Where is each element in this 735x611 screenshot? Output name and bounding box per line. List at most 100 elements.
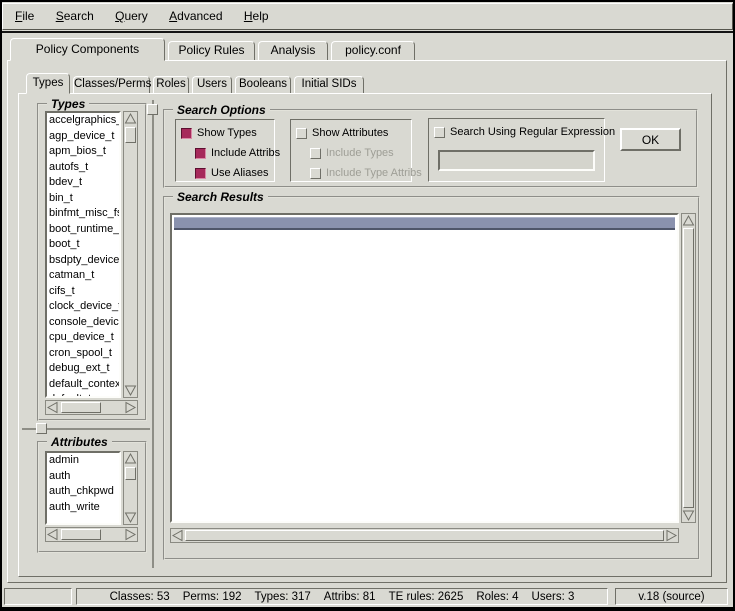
attributes-horizontal-scrollbar[interactable] bbox=[45, 527, 138, 542]
search-results-textarea[interactable] bbox=[170, 213, 679, 523]
checkbox-icon[interactable] bbox=[195, 168, 206, 179]
list-item[interactable]: default_t bbox=[47, 392, 119, 398]
tab-users[interactable]: Users bbox=[192, 76, 232, 93]
list-item[interactable]: clock_device_t bbox=[47, 299, 119, 315]
attributes-vertical-scrollbar[interactable] bbox=[123, 451, 138, 525]
sash-handle[interactable] bbox=[147, 104, 158, 115]
scrollbar-thumb[interactable] bbox=[61, 529, 101, 540]
list-item[interactable]: default_context bbox=[47, 377, 119, 393]
list-item[interactable]: admin bbox=[47, 453, 119, 469]
checkbox-icon[interactable] bbox=[296, 128, 307, 139]
stat-users: Users: 3 bbox=[532, 591, 575, 603]
show-attributes-group: Show Attributes Include Types Include Ty… bbox=[290, 119, 412, 182]
list-item[interactable]: console_device bbox=[47, 315, 119, 331]
menu-help[interactable]: Help bbox=[235, 4, 278, 28]
list-item[interactable]: auth_chkpwd bbox=[47, 484, 119, 500]
list-item[interactable]: auth bbox=[47, 469, 119, 485]
checkbox-icon[interactable] bbox=[310, 148, 321, 159]
scrollbar-thumb[interactable] bbox=[185, 530, 664, 541]
checkbox-label: Include Attribs bbox=[211, 147, 280, 159]
scroll-right-icon[interactable] bbox=[124, 528, 137, 541]
scroll-up-icon[interactable] bbox=[124, 452, 137, 465]
ok-button[interactable]: OK bbox=[620, 128, 681, 151]
list-item[interactable]: agp_device_t bbox=[47, 129, 119, 145]
use-aliases-option[interactable]: Use Aliases bbox=[195, 163, 274, 183]
scroll-down-icon[interactable] bbox=[124, 511, 137, 524]
show-types-group: Show Types Include Attribs Use Aliases bbox=[175, 119, 275, 182]
list-item[interactable]: autofs_t bbox=[47, 160, 119, 176]
tab-policy-components[interactable]: Policy Components bbox=[10, 38, 165, 61]
checkbox-label: Include Types bbox=[326, 147, 394, 159]
list-item[interactable]: cpu_device_t bbox=[47, 330, 119, 346]
checkbox-icon[interactable] bbox=[195, 148, 206, 159]
list-item[interactable]: boot_t bbox=[47, 237, 119, 253]
stat-perms: Perms: 192 bbox=[183, 591, 242, 603]
regex-input[interactable] bbox=[438, 150, 595, 171]
list-item[interactable]: binfmt_misc_fs bbox=[47, 206, 119, 222]
types-listbox[interactable]: accelgraphics_e agp_device_t apm_bios_t … bbox=[45, 111, 121, 398]
include-types-option[interactable]: Include Types bbox=[310, 143, 411, 163]
list-item[interactable]: bin_t bbox=[47, 191, 119, 207]
list-item[interactable]: catman_t bbox=[47, 268, 119, 284]
search-options-frame: Search Options Show Types Include Attrib… bbox=[163, 109, 698, 188]
regex-option[interactable]: Search Using Regular Expression bbox=[434, 122, 604, 142]
scrollbar-thumb[interactable] bbox=[125, 127, 136, 143]
types-vertical-scrollbar[interactable] bbox=[123, 111, 138, 398]
stat-attribs: Attribs: 81 bbox=[324, 591, 376, 603]
results-horizontal-scrollbar[interactable] bbox=[170, 528, 679, 543]
scrollbar-thumb[interactable] bbox=[61, 402, 101, 413]
scroll-right-icon[interactable] bbox=[665, 529, 678, 542]
show-attributes-option[interactable]: Show Attributes bbox=[296, 123, 411, 143]
list-item[interactable]: apm_bios_t bbox=[47, 144, 119, 160]
scroll-left-icon[interactable] bbox=[171, 529, 184, 542]
types-frame: Types accelgraphics_e agp_device_t apm_b… bbox=[37, 103, 147, 421]
regex-group: Search Using Regular Expression bbox=[428, 118, 605, 182]
list-item[interactable]: auth_write bbox=[47, 500, 119, 516]
tab-analysis[interactable]: Analysis bbox=[258, 41, 328, 60]
sash-handle[interactable] bbox=[36, 423, 47, 434]
menu-search[interactable]: Search bbox=[47, 4, 103, 28]
scroll-up-icon[interactable] bbox=[124, 112, 137, 125]
scroll-left-icon[interactable] bbox=[46, 528, 59, 541]
menu-advanced[interactable]: Advanced bbox=[160, 4, 231, 28]
checkbox-label: Show Attributes bbox=[312, 127, 388, 139]
scrollbar-thumb[interactable] bbox=[683, 228, 694, 508]
scrollbar-thumb[interactable] bbox=[125, 467, 136, 480]
scroll-down-icon[interactable] bbox=[682, 509, 695, 522]
scroll-right-icon[interactable] bbox=[124, 401, 137, 414]
results-vertical-scrollbar[interactable] bbox=[681, 213, 696, 523]
menu-query[interactable]: Query bbox=[106, 4, 157, 28]
menu-file[interactable]: File bbox=[6, 4, 43, 28]
tab-policy-conf[interactable]: policy.conf bbox=[331, 41, 415, 60]
tab-policy-rules[interactable]: Policy Rules bbox=[168, 41, 255, 60]
include-type-attribs-option[interactable]: Include Type Attribs bbox=[310, 163, 411, 183]
checkbox-icon[interactable] bbox=[310, 168, 321, 179]
tab-types[interactable]: Types bbox=[26, 73, 70, 94]
checkbox-icon[interactable] bbox=[181, 128, 192, 139]
show-types-option[interactable]: Show Types bbox=[181, 123, 274, 143]
tab-label: Roles bbox=[154, 77, 188, 92]
tab-classes-perms[interactable]: Classes/Perms bbox=[73, 76, 150, 93]
tab-roles[interactable]: Roles bbox=[153, 76, 189, 93]
attributes-listbox[interactable]: admin auth auth_chkpwd auth_write bbox=[45, 451, 121, 525]
list-item[interactable]: accelgraphics_e bbox=[47, 113, 119, 129]
list-item[interactable]: boot_runtime_t bbox=[47, 222, 119, 238]
search-results-frame: Search Results bbox=[163, 196, 700, 560]
scroll-up-icon[interactable] bbox=[682, 214, 695, 227]
tab-booleans[interactable]: Booleans bbox=[235, 76, 291, 93]
list-item[interactable]: bdev_t bbox=[47, 175, 119, 191]
vertical-sash[interactable] bbox=[152, 100, 154, 568]
scroll-left-icon[interactable] bbox=[46, 401, 59, 414]
scroll-down-icon[interactable] bbox=[124, 384, 137, 397]
list-item[interactable]: cifs_t bbox=[47, 284, 119, 300]
list-item[interactable]: cron_spool_t bbox=[47, 346, 119, 362]
types-frame-title: Types bbox=[47, 97, 89, 111]
stat-roles: Roles: 4 bbox=[476, 591, 518, 603]
list-item[interactable]: debug_ext_t bbox=[47, 361, 119, 377]
list-item[interactable]: bsdpty_device_ bbox=[47, 253, 119, 269]
checkbox-icon[interactable] bbox=[434, 127, 445, 138]
tab-initial-sids[interactable]: Initial SIDs bbox=[294, 76, 364, 93]
types-horizontal-scrollbar[interactable] bbox=[45, 400, 138, 415]
include-attribs-option[interactable]: Include Attribs bbox=[195, 143, 274, 163]
tab-label: Analysis bbox=[259, 42, 327, 59]
